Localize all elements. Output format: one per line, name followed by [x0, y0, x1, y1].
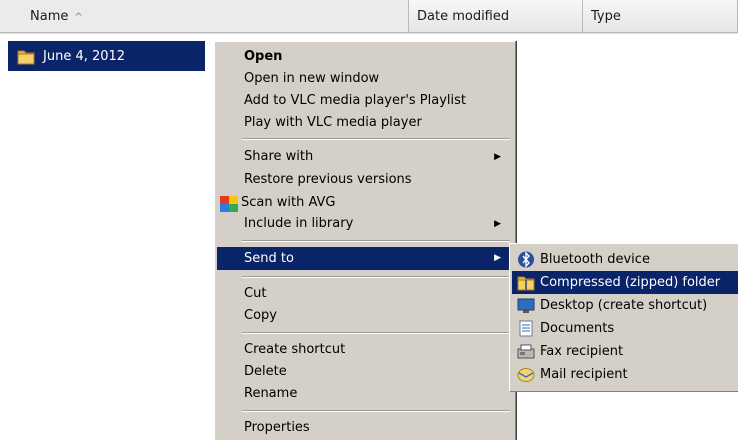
- menu-item-scan-avg[interactable]: Scan with AVG: [217, 192, 513, 214]
- menu-item-play-vlc-label: Play with VLC media player: [244, 115, 422, 130]
- menu-item-scan-avg-label: Scan with AVG: [241, 195, 336, 210]
- menu-item-share-with-label: Share with: [244, 149, 314, 164]
- menu-item-send-to[interactable]: Send to ▶: [217, 247, 513, 270]
- folder-name: June 4, 2012: [43, 48, 126, 64]
- context-menu: Open Open in new window Add to VLC media…: [214, 41, 515, 440]
- send-to-bluetooth-label: Bluetooth device: [540, 252, 650, 267]
- avg-icon: [220, 196, 238, 212]
- menu-item-rename[interactable]: Rename: [217, 383, 513, 405]
- submenu-arrow-icon: ▶: [494, 253, 501, 263]
- send-to-documents[interactable]: Documents: [512, 317, 738, 340]
- menu-item-share-with[interactable]: Share with ▶: [217, 146, 513, 168]
- menu-item-open-new-window[interactable]: Open in new window: [217, 68, 513, 90]
- menu-separator: [242, 332, 510, 334]
- column-header-date-modified[interactable]: Date modified: [409, 0, 583, 33]
- menu-item-properties[interactable]: Properties: [217, 417, 513, 439]
- send-to-fax[interactable]: Fax recipient: [512, 340, 738, 363]
- menu-item-open-new-window-label: Open in new window: [244, 71, 380, 86]
- send-to-mail-label: Mail recipient: [540, 367, 628, 382]
- menu-item-include-library-label: Include in library: [244, 216, 354, 231]
- menu-item-properties-label: Properties: [244, 420, 310, 435]
- column-header-bar: Name ^ Date modified Type: [0, 0, 738, 34]
- menu-separator: [242, 410, 510, 412]
- fax-icon: [517, 343, 535, 360]
- send-to-compressed-folder[interactable]: Compressed (zipped) folder: [512, 271, 738, 294]
- menu-item-play-vlc[interactable]: Play with VLC media player: [217, 112, 513, 134]
- menu-item-rename-label: Rename: [244, 386, 298, 401]
- menu-item-open[interactable]: Open: [217, 46, 513, 68]
- menu-item-copy-label: Copy: [244, 308, 277, 323]
- menu-item-copy[interactable]: Copy: [217, 305, 513, 327]
- column-date-label: Date modified: [417, 9, 510, 24]
- menu-item-add-vlc-playlist-label: Add to VLC media player's Playlist: [244, 93, 467, 108]
- send-to-mail[interactable]: Mail recipient: [512, 363, 738, 386]
- submenu-arrow-icon: ▶: [494, 152, 501, 162]
- send-to-fax-label: Fax recipient: [540, 344, 624, 359]
- menu-item-open-label: Open: [244, 49, 283, 64]
- documents-icon: [517, 320, 535, 337]
- send-to-documents-label: Documents: [540, 321, 615, 336]
- menu-item-cut[interactable]: Cut: [217, 283, 513, 305]
- send-to-desktop[interactable]: Desktop (create shortcut): [512, 294, 738, 317]
- mail-icon: [517, 366, 535, 383]
- column-type-label: Type: [591, 9, 621, 24]
- bluetooth-icon: [517, 251, 535, 268]
- send-to-compressed-label: Compressed (zipped) folder: [540, 275, 721, 290]
- menu-item-send-to-label: Send to: [244, 251, 294, 266]
- menu-item-cut-label: Cut: [244, 286, 267, 301]
- zipped-folder-icon: [517, 274, 535, 291]
- menu-item-restore-previous[interactable]: Restore previous versions: [217, 169, 513, 191]
- folder-icon: [17, 48, 35, 65]
- menu-item-include-library[interactable]: Include in library ▶: [217, 213, 513, 235]
- menu-item-restore-previous-label: Restore previous versions: [244, 172, 412, 187]
- column-name-label: Name: [30, 9, 69, 24]
- sort-ascending-icon: ^: [74, 12, 83, 23]
- menu-item-create-shortcut-label: Create shortcut: [244, 342, 346, 357]
- send-to-desktop-label: Desktop (create shortcut): [540, 298, 708, 313]
- menu-item-delete-label: Delete: [244, 364, 287, 379]
- desktop-icon: [517, 297, 535, 314]
- send-to-bluetooth[interactable]: Bluetooth device: [512, 248, 738, 271]
- menu-separator: [242, 138, 510, 140]
- menu-separator: [242, 276, 510, 278]
- menu-item-delete[interactable]: Delete: [217, 361, 513, 383]
- menu-separator: [242, 240, 510, 242]
- send-to-submenu: Bluetooth device Compressed (zipped) fol…: [509, 243, 738, 391]
- menu-item-create-shortcut[interactable]: Create shortcut: [217, 339, 513, 361]
- submenu-arrow-icon: ▶: [494, 219, 501, 229]
- folder-item[interactable]: June 4, 2012: [8, 41, 205, 71]
- column-header-name[interactable]: Name ^: [0, 0, 409, 33]
- menu-item-add-vlc-playlist[interactable]: Add to VLC media player's Playlist: [217, 90, 513, 112]
- column-header-type[interactable]: Type: [583, 0, 738, 33]
